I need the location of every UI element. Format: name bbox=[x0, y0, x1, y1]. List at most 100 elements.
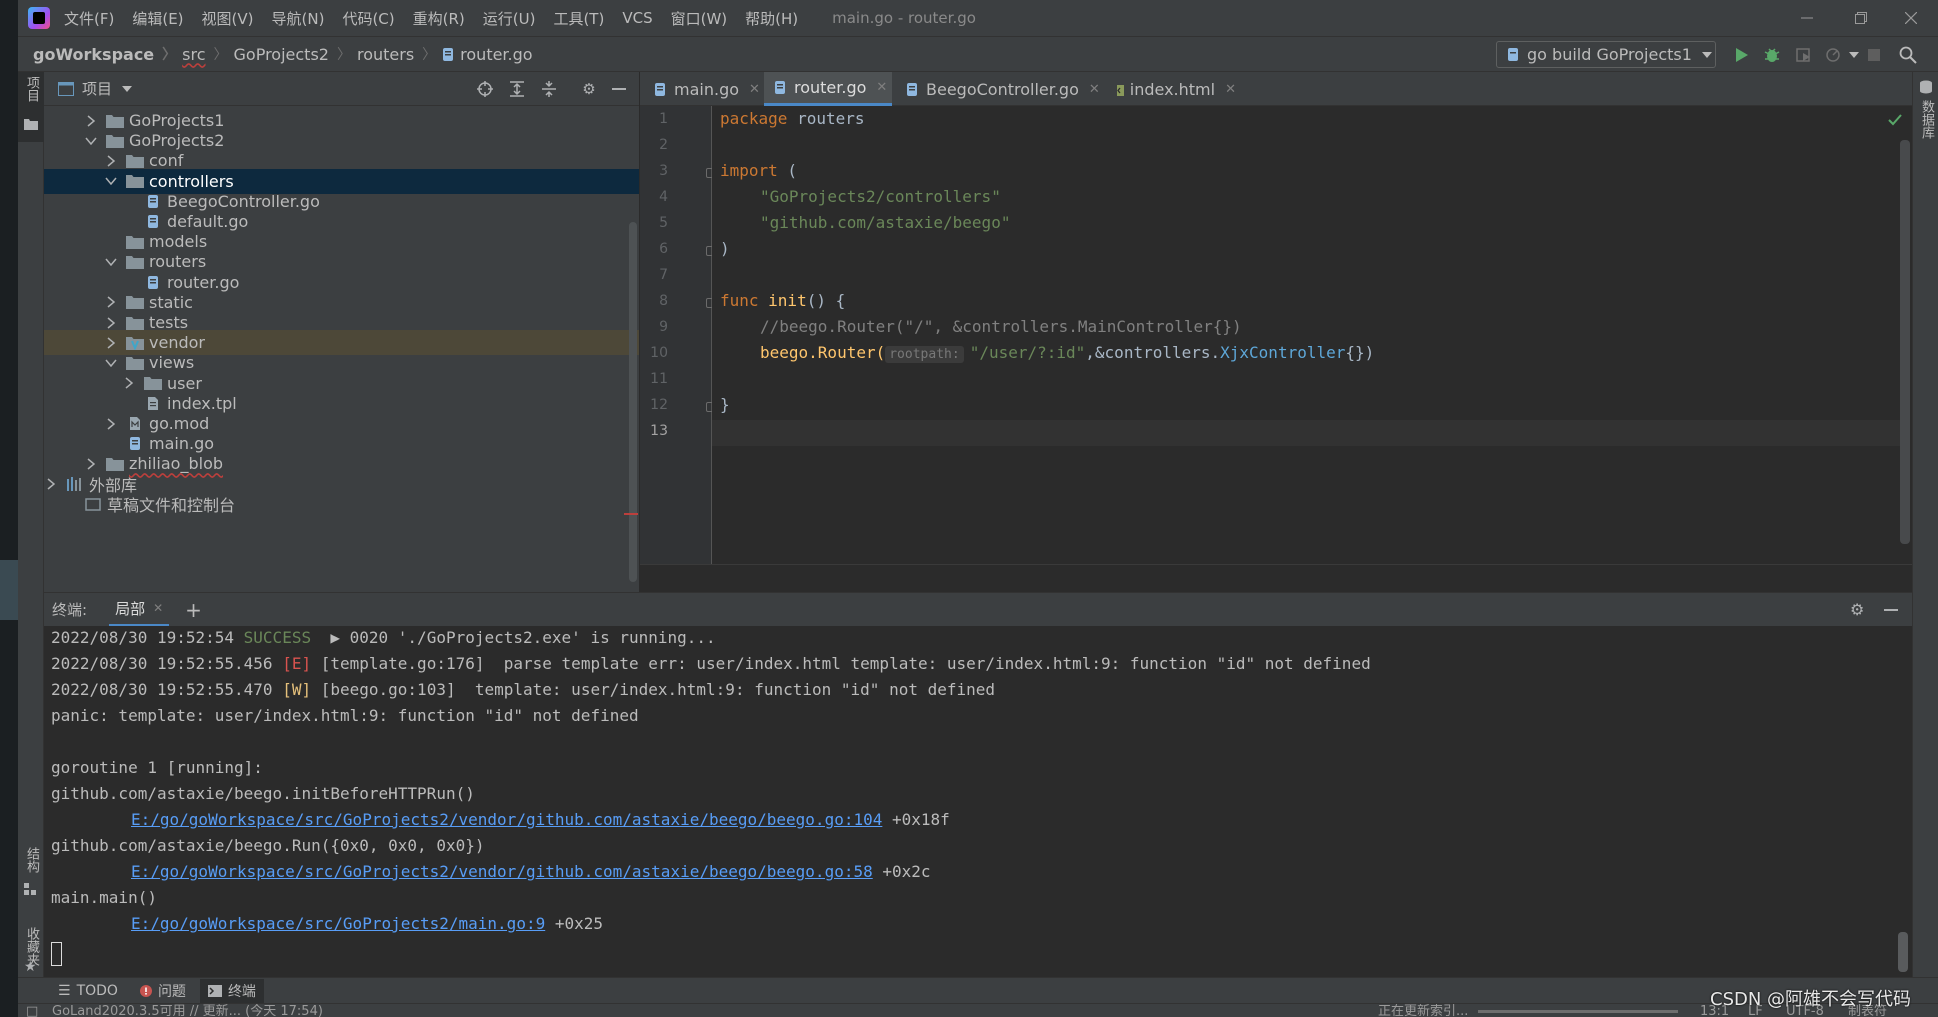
menu-run[interactable]: 运行(U) bbox=[483, 8, 536, 29]
menu-edit[interactable]: 编辑(E) bbox=[132, 8, 183, 29]
chevron-down-icon[interactable] bbox=[104, 255, 118, 269]
todo-tool-label: TODO bbox=[76, 982, 118, 999]
chevron-right-icon[interactable] bbox=[104, 295, 118, 309]
close-tab-icon[interactable]: ✕ bbox=[1225, 82, 1236, 97]
status-update-icon: □ bbox=[26, 1004, 39, 1017]
stop-button[interactable] bbox=[1864, 45, 1884, 65]
stack-trace-link[interactable]: E:/go/goWorkspace/src/GoProjects2/vendor… bbox=[131, 810, 882, 829]
debug-button[interactable] bbox=[1762, 45, 1782, 65]
tree-item-[interactable]: 草稿文件和控制台 bbox=[44, 492, 639, 517]
terminal-output[interactable]: 2022/08/30 19:52:54 SUCCESS ▶ 0020 './Go… bbox=[44, 626, 1894, 976]
tab-label: BeegoController.go bbox=[926, 79, 1079, 99]
chevron-down-icon bbox=[1849, 52, 1859, 58]
code-editor[interactable]: package routers import ( "GoProjects2/co… bbox=[712, 106, 1902, 564]
breadcrumb-src[interactable]: src 〉 bbox=[176, 44, 227, 64]
menu-tools[interactable]: 工具(T) bbox=[553, 8, 604, 29]
chevron-down-icon bbox=[1701, 51, 1712, 58]
stack-trace-link[interactable]: E:/go/goWorkspace/src/GoProjects2/vendor… bbox=[131, 862, 873, 881]
minimize-icon[interactable] bbox=[1884, 609, 1898, 611]
menu-file[interactable]: 文件(F) bbox=[64, 8, 114, 29]
stack-trace-link[interactable]: E:/go/goWorkspace/src/GoProjects2/main.g… bbox=[131, 914, 545, 933]
chevron-right-icon[interactable] bbox=[122, 376, 136, 390]
scratch-icon bbox=[84, 496, 102, 512]
hide-panel-button[interactable] bbox=[610, 80, 628, 98]
terminal-line: 2022/08/30 19:52:54 SUCCESS ▶ 0020 './Go… bbox=[51, 628, 716, 647]
profile-button[interactable] bbox=[1824, 45, 1844, 65]
status-update-message[interactable]: GoLand2020.3.5可用 // 更新... (今天 17:54) bbox=[52, 1004, 323, 1017]
more-run-options-button[interactable] bbox=[1844, 45, 1864, 65]
project-panel-title[interactable]: 项目 bbox=[82, 78, 112, 99]
todo-tool-button[interactable]: ☰ TODO bbox=[58, 983, 118, 999]
chevron-down-icon[interactable] bbox=[104, 174, 118, 188]
terminal-tool-label: 终端 bbox=[227, 983, 256, 1000]
close-tab-icon[interactable]: ✕ bbox=[749, 82, 760, 97]
chevron-right-icon[interactable] bbox=[84, 457, 98, 471]
project-view-icon bbox=[58, 81, 74, 96]
terminal-scrollbar[interactable] bbox=[1898, 932, 1908, 972]
search-everywhere-button[interactable] bbox=[1898, 45, 1918, 65]
chevron-right-icon[interactable] bbox=[104, 417, 118, 431]
chevron-right-icon[interactable] bbox=[84, 114, 98, 128]
tab-index-html[interactable]: index.html ✕ bbox=[1106, 72, 1236, 106]
expand-all-button[interactable] bbox=[508, 80, 526, 98]
status-indexing: 正在更新索引... bbox=[1378, 1004, 1469, 1017]
tree-item-label: user bbox=[167, 373, 202, 393]
library-icon bbox=[66, 476, 84, 492]
coverage-button[interactable] bbox=[1794, 45, 1814, 65]
menu-code[interactable]: 代码(C) bbox=[342, 8, 394, 29]
minimize-button[interactable] bbox=[1780, 0, 1834, 36]
tab-label: main.go bbox=[674, 79, 740, 99]
chevron-down-icon[interactable] bbox=[104, 356, 118, 370]
panel-settings-button[interactable]: ⚙ bbox=[580, 80, 598, 98]
restore-button[interactable] bbox=[1834, 0, 1888, 36]
menu-help[interactable]: 帮助(H) bbox=[745, 8, 798, 29]
breadcrumb-workspace[interactable]: goWorkspace 〉 bbox=[18, 44, 176, 64]
line-number: 1 bbox=[659, 111, 668, 127]
tab-main-go[interactable]: main.go ✕ bbox=[644, 72, 760, 106]
menu-window[interactable]: 窗口(W) bbox=[671, 8, 728, 29]
menu-navigate[interactable]: 导航(N) bbox=[272, 8, 325, 29]
tree-item-label: GoProjects2 bbox=[129, 131, 225, 151]
close-tab-icon[interactable]: ✕ bbox=[876, 80, 887, 95]
menu-view[interactable]: 视图(V) bbox=[202, 8, 254, 29]
editor-scrollbar[interactable] bbox=[1900, 140, 1910, 544]
collapse-all-button[interactable] bbox=[540, 80, 558, 98]
chevron-right-icon[interactable] bbox=[104, 154, 118, 168]
problems-tool-button[interactable]: 问题 bbox=[139, 981, 186, 1001]
run-configuration-select[interactable]: go build GoProjects1 bbox=[1496, 41, 1716, 68]
gear-icon[interactable]: ⚙ bbox=[1850, 600, 1864, 619]
chevron-right-icon[interactable] bbox=[104, 316, 118, 330]
minimize-icon bbox=[612, 88, 626, 90]
project-tool-button[interactable]: 项目 bbox=[18, 72, 44, 142]
structure-tool-button[interactable]: 结构 bbox=[18, 827, 44, 897]
terminal-icon bbox=[207, 984, 222, 997]
chevron-down-icon[interactable] bbox=[84, 134, 98, 148]
desktop-wallpaper-fragment bbox=[0, 560, 18, 620]
editor-horizontal-scroll-area bbox=[640, 564, 1912, 592]
chevron-right-icon[interactable] bbox=[104, 336, 118, 350]
breadcrumb-routers[interactable]: routers 〉 bbox=[351, 44, 436, 64]
line-number: 12 bbox=[650, 397, 668, 413]
database-tool-button[interactable]: 数据库 bbox=[1913, 72, 1938, 152]
chevron-right-icon[interactable] bbox=[44, 477, 58, 491]
breadcrumb-label: GoProjects2 bbox=[233, 44, 329, 64]
tab-beego-controller-go[interactable]: BeegoController.go ✕ bbox=[896, 72, 1102, 106]
line-number: 5 bbox=[659, 215, 668, 231]
breadcrumb-project[interactable]: GoProjects2 〉 bbox=[228, 44, 351, 64]
project-tree-scrollbar[interactable] bbox=[629, 222, 637, 582]
terminal-tab-local[interactable]: 局部 ✕ bbox=[109, 593, 170, 627]
tab-router-go[interactable]: router.go ✕ bbox=[764, 72, 892, 106]
new-terminal-tab-icon[interactable]: + bbox=[185, 598, 202, 622]
favorites-tool-button[interactable]: 收藏夹 ★ bbox=[18, 897, 44, 977]
run-button[interactable] bbox=[1732, 45, 1752, 65]
terminal-tool-button[interactable]: 终端 bbox=[199, 978, 264, 1003]
close-tab-icon[interactable]: ✕ bbox=[1089, 82, 1100, 97]
menu-vcs[interactable]: VCS bbox=[622, 9, 652, 27]
breadcrumb-file[interactable]: router.go bbox=[436, 45, 533, 64]
close-window-button[interactable] bbox=[1884, 0, 1938, 36]
folder-icon bbox=[126, 315, 144, 331]
locate-file-button[interactable] bbox=[476, 80, 494, 98]
menu-refactor[interactable]: 重构(R) bbox=[413, 8, 465, 29]
close-tab-icon[interactable]: ✕ bbox=[153, 601, 163, 615]
chevron-down-icon[interactable] bbox=[122, 85, 133, 92]
